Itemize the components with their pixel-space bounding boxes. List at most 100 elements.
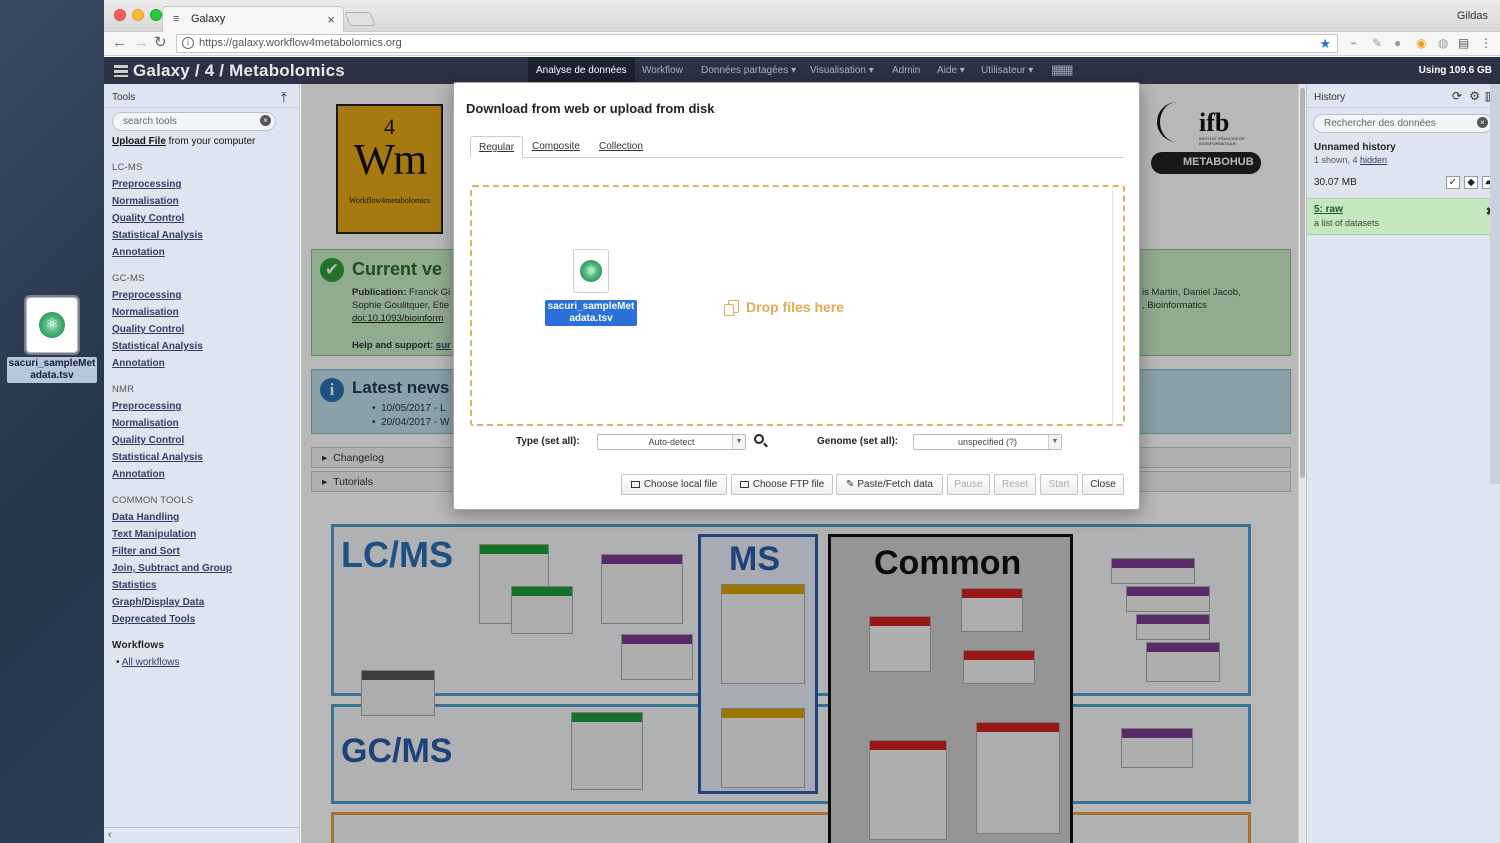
extension-icon[interactable]: ● <box>1394 36 1401 50</box>
tab-regular[interactable]: Regular <box>470 136 524 158</box>
clear-search-icon[interactable]: × <box>1477 117 1488 128</box>
tool-link[interactable]: Preprocessing <box>112 290 181 301</box>
tool-link[interactable]: Text Manipulation <box>112 529 196 540</box>
type-label: Type (set all): <box>516 436 580 447</box>
tool-search-input[interactable]: search tools × <box>112 112 276 131</box>
reset-button[interactable]: Reset <box>994 474 1036 495</box>
apps-grid-icon[interactable]: ▦▦ <box>1051 62 1074 78</box>
close-button[interactable]: Close <box>1082 474 1124 495</box>
address-bar[interactable]: i https://galaxy.workflow4metabolomics.o… <box>176 34 1338 53</box>
paste-fetch-button[interactable]: ✎ Paste/Fetch data <box>836 474 943 495</box>
history-title: History <box>1314 92 1346 103</box>
upload-icon[interactable]: ⤒ <box>281 89 287 106</box>
chevron-down-icon: ▼ <box>1048 435 1061 449</box>
start-button[interactable]: Start <box>1040 474 1078 495</box>
tool-link[interactable]: Quality Control <box>112 324 184 335</box>
tool-link[interactable]: Quality Control <box>112 435 184 446</box>
quota-meter: Using 109.6 GB <box>1418 65 1492 76</box>
tool-link[interactable]: Graph/Display Data <box>112 597 204 608</box>
gear-icon[interactable]: ⚙ <box>1469 89 1480 103</box>
close-tab-icon[interactable]: × <box>327 12 335 27</box>
menu-admin[interactable]: Admin <box>892 65 920 76</box>
tool-link[interactable]: Annotation <box>112 358 165 369</box>
collapse-tools-button[interactable]: ‹ <box>104 827 299 843</box>
desktop-file[interactable]: ⚛ sacuri_sampleMet adata.tsv <box>4 297 100 383</box>
extension-icon[interactable]: ▤ <box>1458 36 1469 50</box>
tool-link[interactable]: Annotation <box>112 247 165 258</box>
tool-link[interactable]: Filter and Sort <box>112 546 180 557</box>
genome-label: Genome (set all): <box>817 436 899 447</box>
history-search-input[interactable]: Rechercher des données × <box>1313 114 1493 133</box>
rss-icon[interactable]: ◉ <box>1416 36 1426 50</box>
tool-link[interactable]: Normalisation <box>112 196 179 207</box>
tool-link[interactable]: Statistics <box>112 580 156 591</box>
back-icon[interactable]: ← <box>112 35 127 51</box>
minimize-window-button[interactable] <box>132 9 144 21</box>
section-lcms: LC-MS <box>112 162 143 173</box>
center-scrollbar[interactable] <box>1298 84 1306 843</box>
tool-link[interactable]: Join, Subtract and Group <box>112 563 232 574</box>
type-select[interactable]: Auto-detect ▼ <box>597 434 746 450</box>
drop-zone[interactable]: ⚛ sacuri_sampleMet adata.tsv Drop files h… <box>470 185 1125 426</box>
new-tab-button[interactable] <box>344 12 376 26</box>
tool-link[interactable]: Normalisation <box>112 418 179 429</box>
upload-file-line: Upload File from your computer <box>112 136 255 147</box>
clear-search-icon[interactable]: × <box>260 115 271 126</box>
forward-icon[interactable]: → <box>134 35 149 51</box>
bookmark-star-icon[interactable]: ★ <box>1319 35 1331 52</box>
all-workflows-link[interactable]: All workflows <box>122 657 180 668</box>
hidden-datasets-link[interactable]: hidden <box>1360 155 1387 165</box>
galaxy-brand[interactable]: Galaxy / 4 / Metabolomics <box>114 61 345 81</box>
upload-file-link[interactable]: Upload File <box>112 136 166 147</box>
zoom-window-button[interactable] <box>150 9 162 21</box>
type-value: Auto-detect <box>648 437 695 447</box>
tool-link[interactable]: Statistical Analysis <box>112 230 203 241</box>
menu-help[interactable]: Aide ▾ <box>937 65 965 76</box>
search-icon[interactable] <box>754 434 764 444</box>
tool-link[interactable]: Quality Control <box>112 213 184 224</box>
reload-icon[interactable]: ↻ <box>154 35 167 51</box>
tool-link[interactable]: Data Handling <box>112 512 179 523</box>
browser-menu-icon[interactable]: ⋮ <box>1480 36 1492 50</box>
tab-collection[interactable]: Collection <box>591 136 651 158</box>
history-dataset[interactable]: 5: raw a list of datasets ✖ <box>1307 198 1500 235</box>
tool-link[interactable]: Preprocessing <box>112 401 181 412</box>
tool-link[interactable]: Deprecated Tools <box>112 614 195 625</box>
tool-link[interactable]: Normalisation <box>112 307 179 318</box>
tool-link[interactable]: Preprocessing <box>112 179 181 190</box>
history-name[interactable]: Unnamed history <box>1314 142 1396 153</box>
close-window-button[interactable] <box>114 9 126 21</box>
profile-name[interactable]: Gildas <box>1457 10 1488 22</box>
galaxy-logo-icon <box>114 65 128 77</box>
pause-button[interactable]: Pause <box>947 474 990 495</box>
check-icon[interactable]: ✓ <box>1445 176 1460 189</box>
extension-icon[interactable]: ◍ <box>1438 36 1448 50</box>
tool-link[interactable]: Statistical Analysis <box>112 341 203 352</box>
browser-tab[interactable]: ≡ Galaxy × <box>162 6 344 32</box>
atom-icon: ⚛ <box>580 260 602 282</box>
genome-select[interactable]: unspecified (?) ▼ <box>913 434 1062 450</box>
upload-dialog-title: Download from web or upload from disk <box>466 101 715 116</box>
extension-icon[interactable]: ✎ <box>1372 36 1382 50</box>
refresh-icon[interactable]: ⟳ <box>1452 89 1462 103</box>
tool-panel-title: Tools <box>112 92 136 103</box>
menu-user[interactable]: Utilisateur ▾ <box>981 65 1033 76</box>
menu-shared-data[interactable]: Données partagées ▾ <box>701 65 796 76</box>
history-scrollbar[interactable] <box>1490 84 1500 484</box>
history-count: 1 shown, 4 hidden <box>1314 155 1387 165</box>
tab-composite[interactable]: Composite <box>524 136 588 158</box>
tool-link[interactable]: Annotation <box>112 469 165 480</box>
choose-local-file-button[interactable]: Choose local file <box>621 474 727 495</box>
tag-icon[interactable]: ◆ <box>1464 176 1478 189</box>
section-nmr: NMR <box>112 384 135 395</box>
menu-visualisation[interactable]: Visualisation ▾ <box>810 65 874 76</box>
dragged-file[interactable]: ⚛ sacuri_sampleMet adata.tsv <box>544 249 638 326</box>
upload-tabs: Regular Composite Collection <box>470 136 1124 158</box>
tool-link[interactable]: Statistical Analysis <box>112 452 203 463</box>
choose-ftp-file-button[interactable]: Choose FTP file <box>731 474 833 495</box>
menu-workflow[interactable]: Workflow <box>642 65 683 76</box>
dataset-title[interactable]: 5: raw <box>1314 204 1343 215</box>
menu-analyse[interactable]: Analyse de données <box>528 57 635 84</box>
extension-icon[interactable]: ⌁ <box>1350 36 1357 50</box>
site-info-icon[interactable]: i <box>182 37 194 49</box>
